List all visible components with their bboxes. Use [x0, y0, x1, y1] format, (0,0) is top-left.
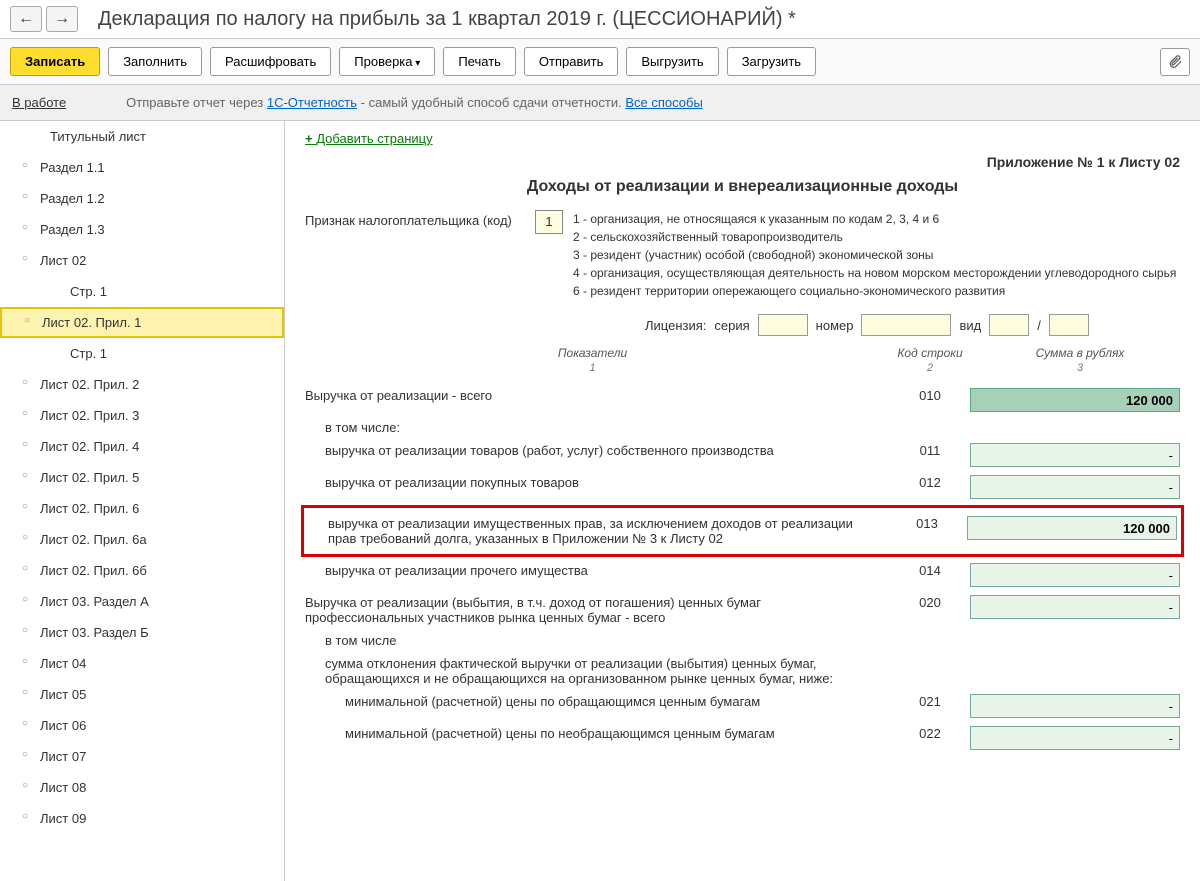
row-value-input[interactable]	[967, 516, 1177, 540]
appendix-label: Приложение № 1 к Листу 02	[305, 154, 1180, 170]
license-series-label: серия	[714, 318, 749, 333]
status-label[interactable]: В работе	[12, 95, 66, 110]
send-button[interactable]: Отправить	[524, 47, 618, 76]
nav-sidebar: Титульный лист Раздел 1.1 Раздел 1.2 Раз…	[0, 121, 285, 881]
nav-section-1-2[interactable]: Раздел 1.2	[0, 183, 284, 214]
nav-sheet-08[interactable]: Лист 08	[0, 772, 284, 803]
row-value-input[interactable]	[970, 694, 1180, 718]
row-value-input[interactable]	[970, 563, 1180, 587]
data-row: выручка от реализации товаров (работ, ус…	[305, 439, 1180, 471]
nav-sheet-02-app6[interactable]: Лист 02. Прил. 6	[0, 493, 284, 524]
code-descriptions: 1 - организация, не относящаяся к указан…	[573, 210, 1180, 300]
row-label: Выручка от реализации (выбытия, в т.ч. д…	[305, 595, 890, 625]
data-row: Выручка от реализации (выбытия, в т.ч. д…	[305, 591, 1180, 629]
nav-sheet-03-a[interactable]: Лист 03. Раздел А	[0, 586, 284, 617]
row-code: 020	[890, 595, 970, 610]
paperclip-icon	[1167, 54, 1183, 70]
license-type2-input[interactable]	[1049, 314, 1089, 336]
write-button[interactable]: Записать	[10, 47, 100, 76]
taxpayer-code-input[interactable]: 1	[535, 210, 563, 234]
nav-sheet-02-app4[interactable]: Лист 02. Прил. 4	[0, 431, 284, 462]
row-code: 012	[890, 475, 970, 490]
nav-sheet-02-app3[interactable]: Лист 02. Прил. 3	[0, 400, 284, 431]
data-row: минимальной (расчетной) цены по обращающ…	[305, 690, 1180, 722]
th-code: Код строки	[880, 346, 980, 360]
nav-sheet-05[interactable]: Лист 05	[0, 679, 284, 710]
decrypt-button[interactable]: Расшифровать	[210, 47, 331, 76]
check-button[interactable]: Проверка	[339, 47, 435, 76]
add-page-link[interactable]: Добавить страницу	[305, 131, 433, 146]
row-value-input[interactable]	[970, 475, 1180, 499]
sub-label: в том числе:	[305, 416, 1180, 439]
data-row: выручка от реализации покупных товаров 0…	[305, 471, 1180, 503]
license-type-input[interactable]	[989, 314, 1029, 336]
data-row: минимальной (расчетной) цены по необраща…	[305, 722, 1180, 754]
nav-sheet-02-p1[interactable]: Стр. 1	[0, 276, 284, 307]
row-code: 021	[890, 694, 970, 709]
row-label: выручка от реализации покупных товаров	[305, 475, 890, 490]
nav-sheet-04[interactable]: Лист 04	[0, 648, 284, 679]
row-code: 014	[890, 563, 970, 578]
status-text: Отправьте отчет через 1С-Отчетность - са…	[126, 95, 703, 110]
th-sum: Сумма в рублях	[980, 346, 1180, 360]
row-code: 010	[890, 388, 970, 403]
data-row: выручка от реализации имущественных прав…	[301, 505, 1184, 557]
th-indicator: Показатели	[305, 346, 880, 360]
page-title: Декларация по налогу на прибыль за 1 ква…	[98, 8, 796, 31]
row-label: минимальной (расчетной) цены по обращающ…	[305, 694, 890, 709]
nav-sheet-02-app6a[interactable]: Лист 02. Прил. 6а	[0, 524, 284, 555]
nav-sheet-02-app6b[interactable]: Лист 02. Прил. 6б	[0, 555, 284, 586]
nav-title-sheet[interactable]: Титульный лист	[0, 121, 284, 152]
back-button[interactable]: ←	[10, 6, 42, 32]
license-series-input[interactable]	[758, 314, 808, 336]
nav-section-1-3[interactable]: Раздел 1.3	[0, 214, 284, 245]
row-label: сумма отклонения фактической выручки от …	[305, 656, 890, 686]
nav-sheet-02-app1[interactable]: Лист 02. Прил. 1	[0, 307, 284, 338]
row-code: 013	[887, 516, 967, 531]
forward-button[interactable]: →	[46, 6, 78, 32]
data-row: выручка от реализации прочего имущества …	[305, 559, 1180, 591]
taxpayer-label: Признак налогоплательщика (код)	[305, 210, 535, 228]
row-label: выручка от реализации имущественных прав…	[308, 516, 887, 546]
nav-sheet-02-app1-p1[interactable]: Стр. 1	[0, 338, 284, 369]
main-content: Добавить страницу Приложение № 1 к Листу…	[285, 121, 1200, 881]
row-code: 022	[890, 726, 970, 741]
reporting-link[interactable]: 1С-Отчетность	[267, 95, 357, 110]
license-number-label: номер	[816, 318, 854, 333]
nav-sheet-02[interactable]: Лист 02	[0, 245, 284, 276]
row-code: 011	[890, 443, 970, 458]
license-type-label: вид	[959, 318, 981, 333]
all-methods-link[interactable]: Все способы	[625, 95, 702, 110]
nav-sheet-06[interactable]: Лист 06	[0, 710, 284, 741]
row-value-input[interactable]	[970, 388, 1180, 412]
nav-section-1-1[interactable]: Раздел 1.1	[0, 152, 284, 183]
nav-sheet-02-app5[interactable]: Лист 02. Прил. 5	[0, 462, 284, 493]
print-button[interactable]: Печать	[443, 47, 516, 76]
row-label: выручка от реализации товаров (работ, ус…	[305, 443, 890, 458]
row-value-input[interactable]	[970, 726, 1180, 750]
row-value-input[interactable]	[970, 443, 1180, 467]
nav-sheet-09[interactable]: Лист 09	[0, 803, 284, 834]
data-row: Выручка от реализации - всего 010	[305, 384, 1180, 416]
section-title: Доходы от реализации и внереализационные…	[305, 178, 1180, 196]
sub-label: в том числе	[305, 629, 1180, 652]
export-button[interactable]: Выгрузить	[626, 47, 718, 76]
row-label: выручка от реализации прочего имущества	[305, 563, 890, 578]
row-label: Выручка от реализации - всего	[305, 388, 890, 403]
fill-button[interactable]: Заполнить	[108, 47, 202, 76]
import-button[interactable]: Загрузить	[727, 47, 816, 76]
row-label: минимальной (расчетной) цены по необраща…	[305, 726, 890, 741]
nav-sheet-03-b[interactable]: Лист 03. Раздел Б	[0, 617, 284, 648]
license-label: Лицензия:	[645, 318, 706, 333]
attach-button[interactable]	[1160, 48, 1190, 76]
nav-sheet-02-app2[interactable]: Лист 02. Прил. 2	[0, 369, 284, 400]
row-value-input[interactable]	[970, 595, 1180, 619]
license-number-input[interactable]	[861, 314, 951, 336]
nav-sheet-07[interactable]: Лист 07	[0, 741, 284, 772]
